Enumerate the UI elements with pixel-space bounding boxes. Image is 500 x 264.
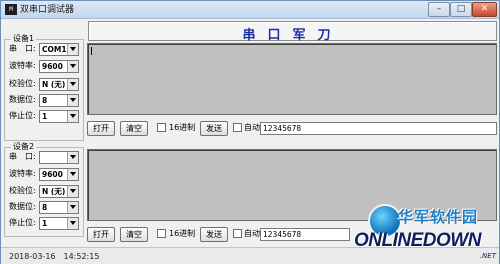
port1-send-button[interactable]: 发送 (200, 121, 228, 136)
port1-hex-label: 16进制 (169, 123, 196, 132)
watermark-suffix: .NET (479, 252, 496, 260)
port1-auto-checkbox[interactable] (233, 123, 242, 132)
chevron-down-icon[interactable] (67, 202, 78, 213)
port1-port-value: COM1 (42, 45, 67, 54)
chevron-down-icon[interactable] (67, 152, 78, 163)
port1-port-label: 串 口: (9, 44, 36, 53)
banner-panel: 串口军刀 (88, 21, 497, 43)
port2-send-button[interactable]: 发送 (200, 227, 228, 242)
port2-databits-label: 数据位: (9, 202, 36, 211)
port2-hex-label: 16进制 (169, 229, 196, 238)
chevron-down-icon[interactable] (67, 218, 78, 229)
port1-clear-button[interactable]: 清空 (120, 121, 148, 136)
port1-auto-label: 自动 (244, 123, 260, 132)
port2-hex-checkbox[interactable] (157, 229, 166, 238)
port2-auto-label: 自动 (244, 229, 260, 238)
close-button[interactable]: ✕ (472, 2, 497, 17)
port2-parity-label: 校验位: (9, 186, 36, 195)
port2-send-input[interactable]: 12345678 (260, 228, 350, 241)
port2-port-select[interactable] (39, 151, 79, 164)
port1-databits-label: 数据位: (9, 95, 36, 104)
chevron-down-icon[interactable] (67, 79, 78, 90)
chevron-down-icon[interactable] (67, 186, 78, 197)
port2-baud-value: 9600 (42, 170, 63, 179)
window-title: 双串口调试器 (20, 5, 75, 15)
port1-baud-select[interactable]: 9600 (39, 60, 79, 73)
port1-stopbits-value: 1 (42, 112, 48, 121)
port2-baud-select[interactable]: 9600 (39, 168, 79, 181)
chevron-down-icon[interactable] (67, 169, 78, 180)
port2-send-value: 12345678 (263, 230, 302, 239)
port2-port-label: 串 口: (9, 152, 36, 161)
port2-databits-select[interactable]: 8 (39, 201, 79, 214)
port2-open-button[interactable]: 打开 (87, 227, 115, 242)
port1-stopbits-select[interactable]: 1 (39, 110, 79, 123)
port1-baud-label: 波特率: (9, 61, 36, 70)
watermark-en-text: ONLINEDOWN (354, 230, 481, 251)
watermark-logo: 华军软件园 ONLINEDOWN .NET (350, 196, 500, 264)
port1-baud-value: 9600 (42, 62, 63, 71)
app-icon: M (5, 4, 17, 15)
port1-send-value: 12345678 (263, 124, 302, 133)
port1-stopbits-label: 停止位: (9, 111, 36, 120)
chevron-down-icon[interactable] (67, 61, 78, 72)
maximize-button[interactable]: □ (450, 2, 472, 17)
port1-databits-value: 8 (42, 96, 48, 105)
port2-baud-label: 波特率: (9, 169, 36, 178)
port2-clear-button[interactable]: 清空 (120, 227, 148, 242)
port1-parity-label: 校验位: (9, 79, 36, 88)
banner-title: 串口军刀 (242, 28, 343, 43)
chevron-down-icon[interactable] (67, 111, 78, 122)
port1-port-select[interactable]: COM1 (39, 43, 79, 56)
status-datetime: 2018-03-16 14:52:15 (9, 252, 100, 261)
port2-stopbits-label: 停止位: (9, 218, 36, 227)
title-bar[interactable]: M 双串口调试器 – □ ✕ (1, 1, 499, 19)
port2-auto-checkbox[interactable] (233, 229, 242, 238)
watermark-cn-text: 华军软件园 (398, 208, 479, 226)
port1-receive-area[interactable] (87, 43, 497, 115)
port2-databits-value: 8 (42, 203, 48, 212)
port2-stopbits-select[interactable]: 1 (39, 217, 79, 230)
port2-parity-select[interactable]: N (无) (39, 185, 79, 198)
port1-parity-select[interactable]: N (无) (39, 78, 79, 91)
chevron-down-icon[interactable] (67, 44, 78, 55)
port1-send-input[interactable]: 12345678 (260, 122, 497, 135)
port1-parity-value: N (无) (42, 80, 66, 89)
port1-open-button[interactable]: 打开 (87, 121, 115, 136)
port2-parity-value: N (无) (42, 187, 66, 196)
port1-databits-select[interactable]: 8 (39, 94, 79, 107)
text-caret (91, 47, 92, 55)
minimize-button[interactable]: – (428, 2, 450, 17)
port2-stopbits-value: 1 (42, 219, 48, 228)
port1-hex-checkbox[interactable] (157, 123, 166, 132)
chevron-down-icon[interactable] (67, 95, 78, 106)
